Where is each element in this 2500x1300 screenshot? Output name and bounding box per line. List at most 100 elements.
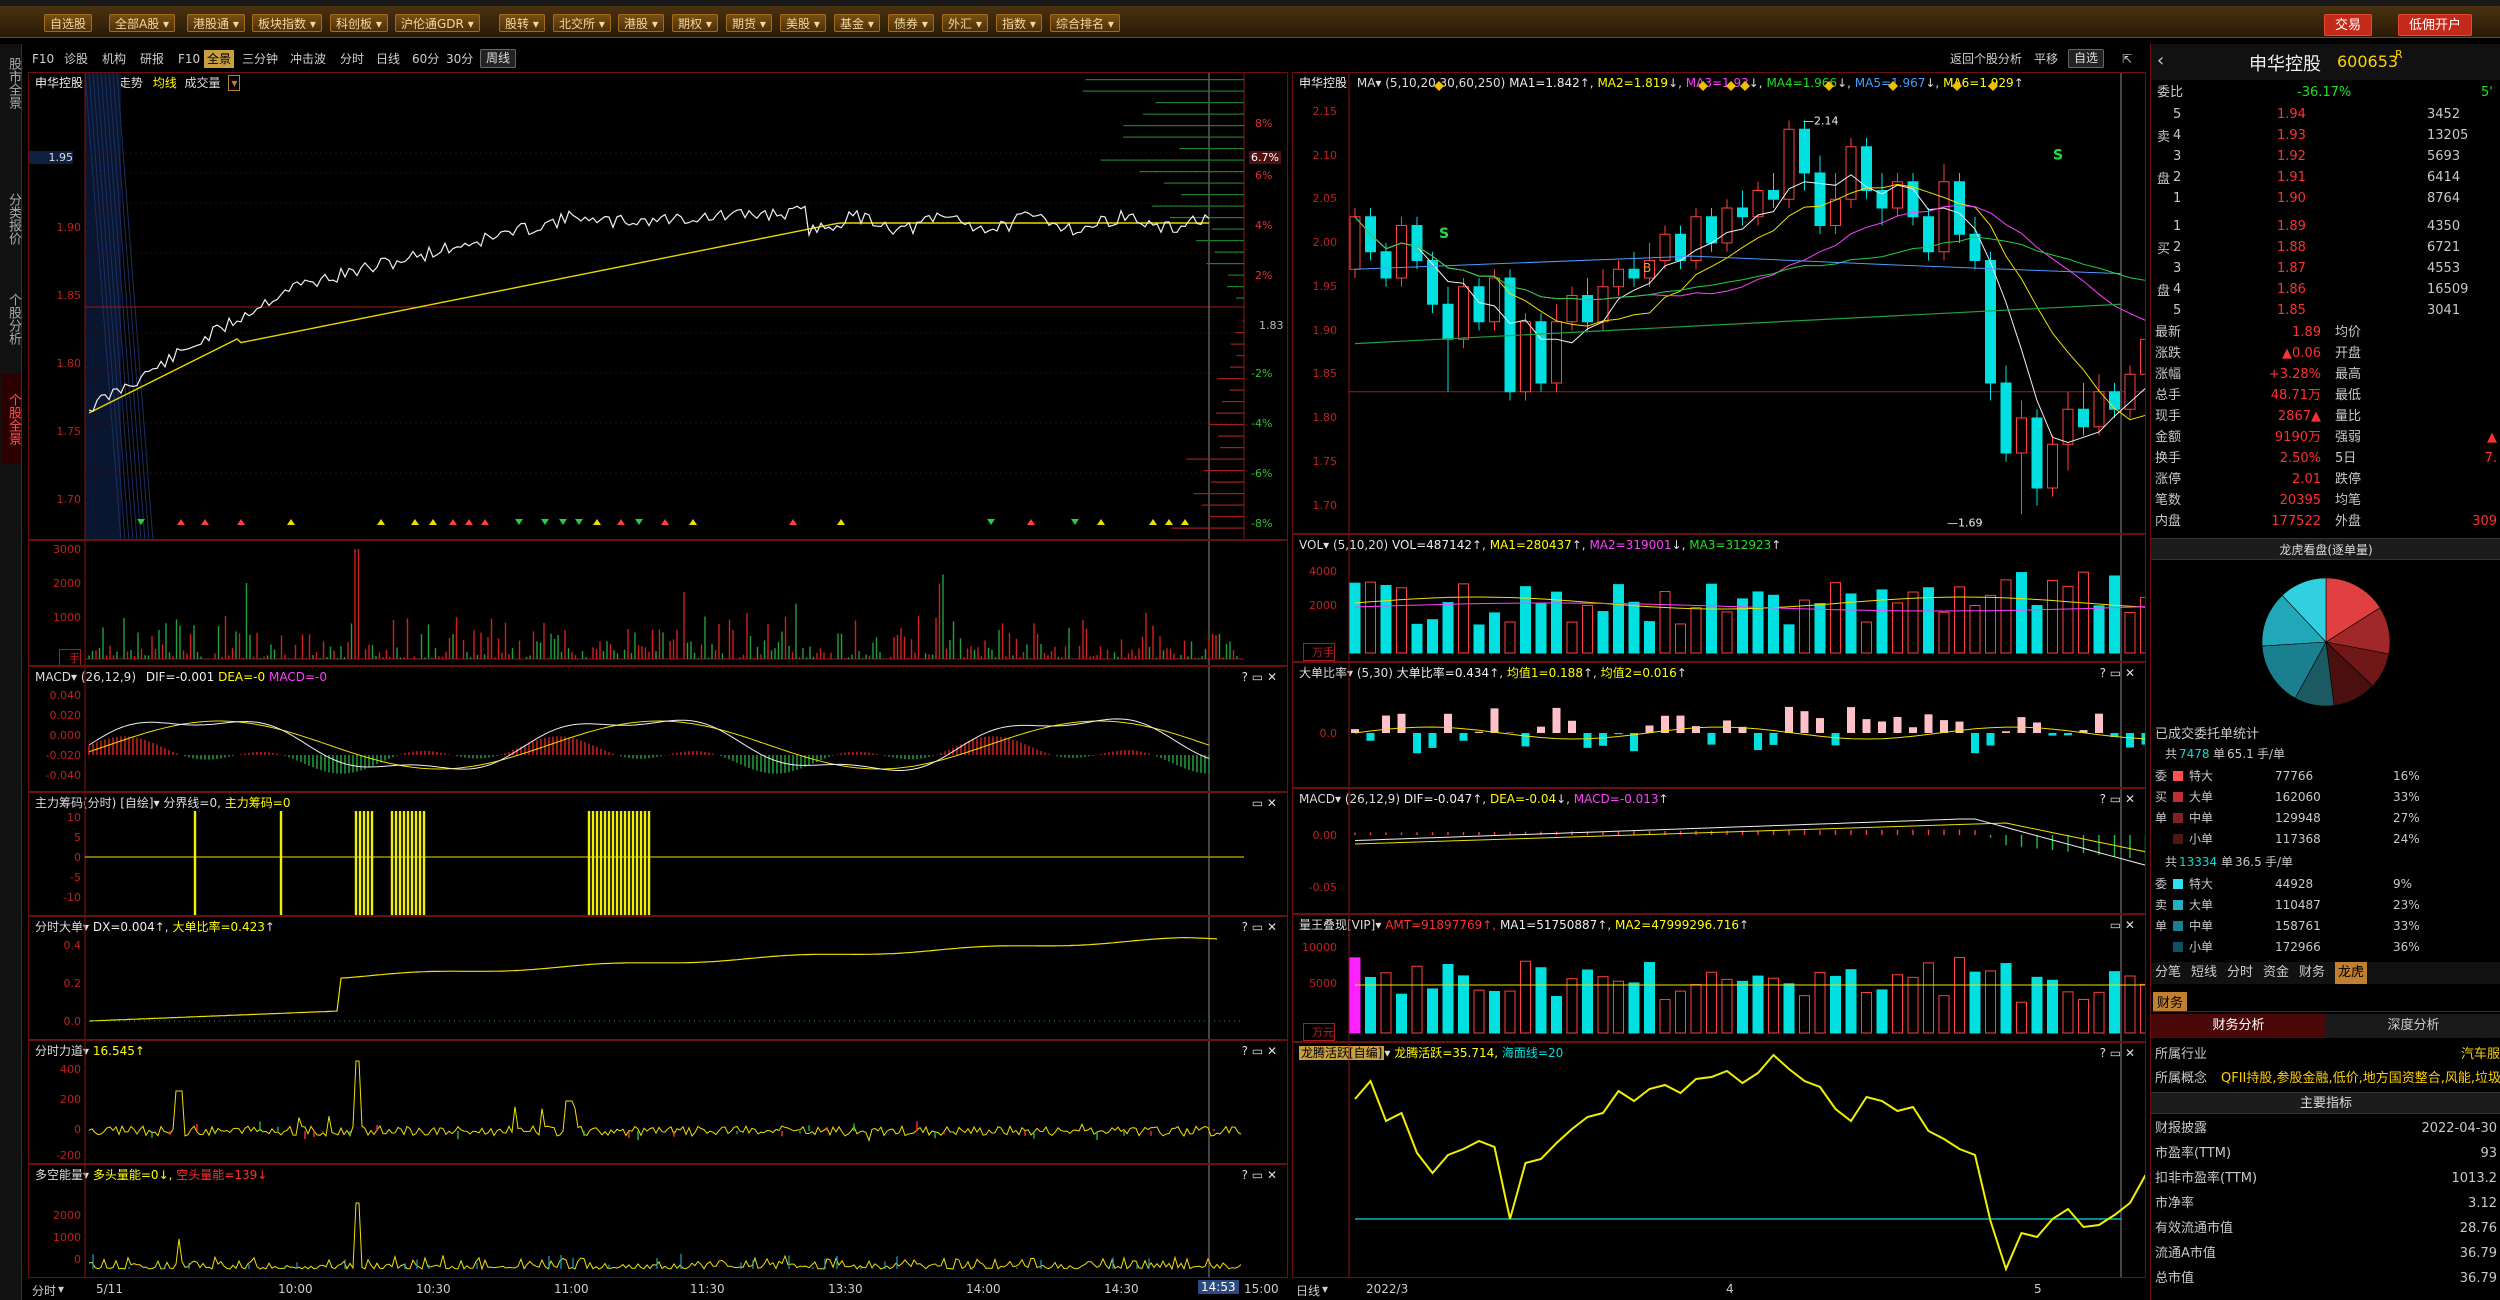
tab-funds[interactable]: 资金 (2263, 962, 2289, 984)
daily-period-menu[interactable]: 日线 (1296, 1282, 1320, 1299)
tab-intraday[interactable]: 分时 (2227, 962, 2253, 984)
rail-tab-overview[interactable]: 个股全景 (1, 374, 21, 464)
stat-row: 总手 48.71万 最低 (2155, 388, 2362, 403)
tab-finance[interactable]: 财务 (2299, 962, 2325, 984)
period-30[interactable]: 30分 (446, 50, 473, 68)
depth-bar (1208, 424, 1244, 426)
kline-price-tick: 1.75 (1312, 454, 1338, 468)
candle-body (1473, 286, 1485, 323)
menu-item[interactable]: 北交所 ▾ (553, 14, 611, 32)
menu-item[interactable]: 全部A股 ▾ (109, 14, 176, 32)
sell-level-row[interactable]: 2 1.91 6414 (2151, 167, 2500, 188)
tool-f10[interactable]: F10 (32, 50, 54, 68)
tool-institution[interactable]: 机构 (102, 50, 126, 68)
macd-tick: -0.020 (45, 749, 81, 762)
period-weekly-dropdown[interactable]: 周线 (480, 49, 517, 68)
big-order-chart (84, 917, 1244, 1039)
menu-item[interactable]: 沪伦通GDR ▾ (395, 14, 480, 32)
ratio-bar (1893, 717, 1902, 733)
candle-body (2109, 391, 2120, 410)
tab-ticks[interactable]: 分笔 (2155, 962, 2181, 984)
buy-level-row[interactable]: 2 1.88 6721 (2151, 237, 2500, 258)
summary-prefix: 共 (2165, 747, 2178, 761)
volume-bar (1582, 604, 1593, 654)
menu-item[interactable]: 港股通 ▾ (187, 14, 245, 32)
candle-body (1737, 207, 1748, 218)
buy-level-row[interactable]: 1 1.89 4350 (2151, 216, 2500, 237)
watchlist-dropdown[interactable]: 自选 (2068, 49, 2105, 68)
ls-tick: 1000 (53, 1231, 81, 1244)
sell-level-row[interactable]: 5 1.94 3452 (2151, 104, 2500, 125)
menu-item[interactable]: 港股 ▾ (618, 14, 664, 32)
return-analysis-link[interactable]: 返回个股分析 (1950, 50, 2022, 68)
tool-research[interactable]: 研报 (140, 50, 164, 68)
period-intraday[interactable]: 分时 (340, 50, 364, 68)
vol-tick: 2000 (53, 577, 81, 590)
menu-item[interactable]: 债券 ▾ (888, 14, 934, 32)
candle-body (1380, 251, 1392, 279)
ratio-bar (1692, 726, 1700, 733)
signal-up-icon (429, 519, 437, 525)
pct-badge: 6.7% (1249, 151, 1281, 164)
rail-tab-market[interactable]: 股市全景 (1, 48, 21, 118)
menu-item[interactable]: 期货 ▾ (726, 14, 772, 32)
back-chevron-icon[interactable]: ‹ (2157, 50, 2164, 71)
amount-bar (1427, 988, 1438, 1034)
menu-item[interactable]: 科创板 ▾ (330, 14, 388, 32)
menu-item[interactable]: 美股 ▾ (780, 14, 826, 32)
menu-item[interactable]: 股转 ▾ (499, 14, 545, 32)
ratio-bar (1490, 708, 1499, 733)
tool-diagnose[interactable]: 诊股 (64, 50, 88, 68)
time-axis-menu[interactable]: 分时 (32, 1282, 56, 1299)
finance-analysis-tab[interactable]: 财务分析 (2151, 1014, 2326, 1038)
kline-price-tick: 2.10 (1312, 148, 1338, 162)
candle-body (1613, 268, 1624, 288)
finance-tab[interactable]: 财务 (2153, 992, 2188, 1011)
dragon-active-line (1354, 1053, 2145, 1272)
open-account-button[interactable]: 低佣开户 (2398, 14, 2473, 36)
buy-level-row[interactable]: 5 1.85 3041 (2151, 300, 2500, 321)
amount-bar (1411, 965, 1423, 1034)
menu-item[interactable]: 外汇 ▾ (942, 14, 988, 32)
sell-level-row[interactable]: 3 1.92 5693 (2151, 146, 2500, 167)
amount-bar (1566, 978, 1578, 1034)
flat-toggle[interactable]: 平移 (2034, 50, 2058, 68)
depth-bar (1142, 113, 1244, 115)
tool-overview[interactable]: 全景 (204, 50, 235, 68)
sell-level-row[interactable]: 4 1.93 13205 (2151, 125, 2500, 146)
menu-item[interactable]: 期权 ▾ (672, 14, 718, 32)
buy-summary-count: 7478 (2179, 747, 2210, 761)
menu-item[interactable]: 基金 ▾ (834, 14, 880, 32)
tab-short[interactable]: 短线 (2191, 962, 2217, 984)
expand-icon[interactable]: ⇱ (2122, 50, 2132, 68)
trade-button[interactable]: 交易 (2324, 14, 2373, 36)
menu-item[interactable]: 板块指数 ▾ (252, 14, 322, 32)
rail-tab-quotes[interactable]: 分类报价 (1, 184, 21, 254)
rail-tab-analysis[interactable]: 个股分析 (1, 284, 21, 354)
signal-up-icon (481, 519, 489, 525)
tool-f10-2[interactable]: F10 (178, 50, 200, 68)
menu-item[interactable]: 自选股 (44, 14, 93, 32)
high-mark: —2.14 (1803, 115, 1839, 128)
event-diamond-icon (1988, 81, 1998, 91)
buy-level-row[interactable]: 4 1.86 16509 (2151, 279, 2500, 300)
menu-item[interactable]: 指数 ▾ (996, 14, 1042, 32)
candle-body (2016, 417, 2027, 454)
depth-bar (1186, 458, 1244, 460)
deep-analysis-tab[interactable]: 深度分析 (2326, 1014, 2500, 1038)
kline-price-tick: 2.00 (1312, 236, 1338, 249)
sell-level-row[interactable]: 1 1.90 8764 (2151, 188, 2500, 209)
period-daily[interactable]: 日线 (376, 50, 400, 68)
tool-shockwave[interactable]: 冲击波 (290, 50, 326, 68)
menu-item[interactable]: 综合排名 ▾ (1050, 14, 1120, 32)
volume-bar (1458, 583, 1469, 654)
signal-up-icon (1149, 519, 1157, 525)
tool-three-min[interactable]: 三分钟 (242, 50, 278, 68)
tab-dragon[interactable]: 龙虎 (2335, 962, 2368, 984)
amount-bar (1628, 982, 1640, 1034)
bigorder-tick: 0.4 (63, 939, 82, 952)
buy-level-row[interactable]: 3 1.87 4553 (2151, 258, 2500, 279)
time-label: 11:30 (690, 1282, 725, 1296)
period-60[interactable]: 60分 (412, 50, 439, 68)
amount-bar (1768, 977, 1779, 1034)
